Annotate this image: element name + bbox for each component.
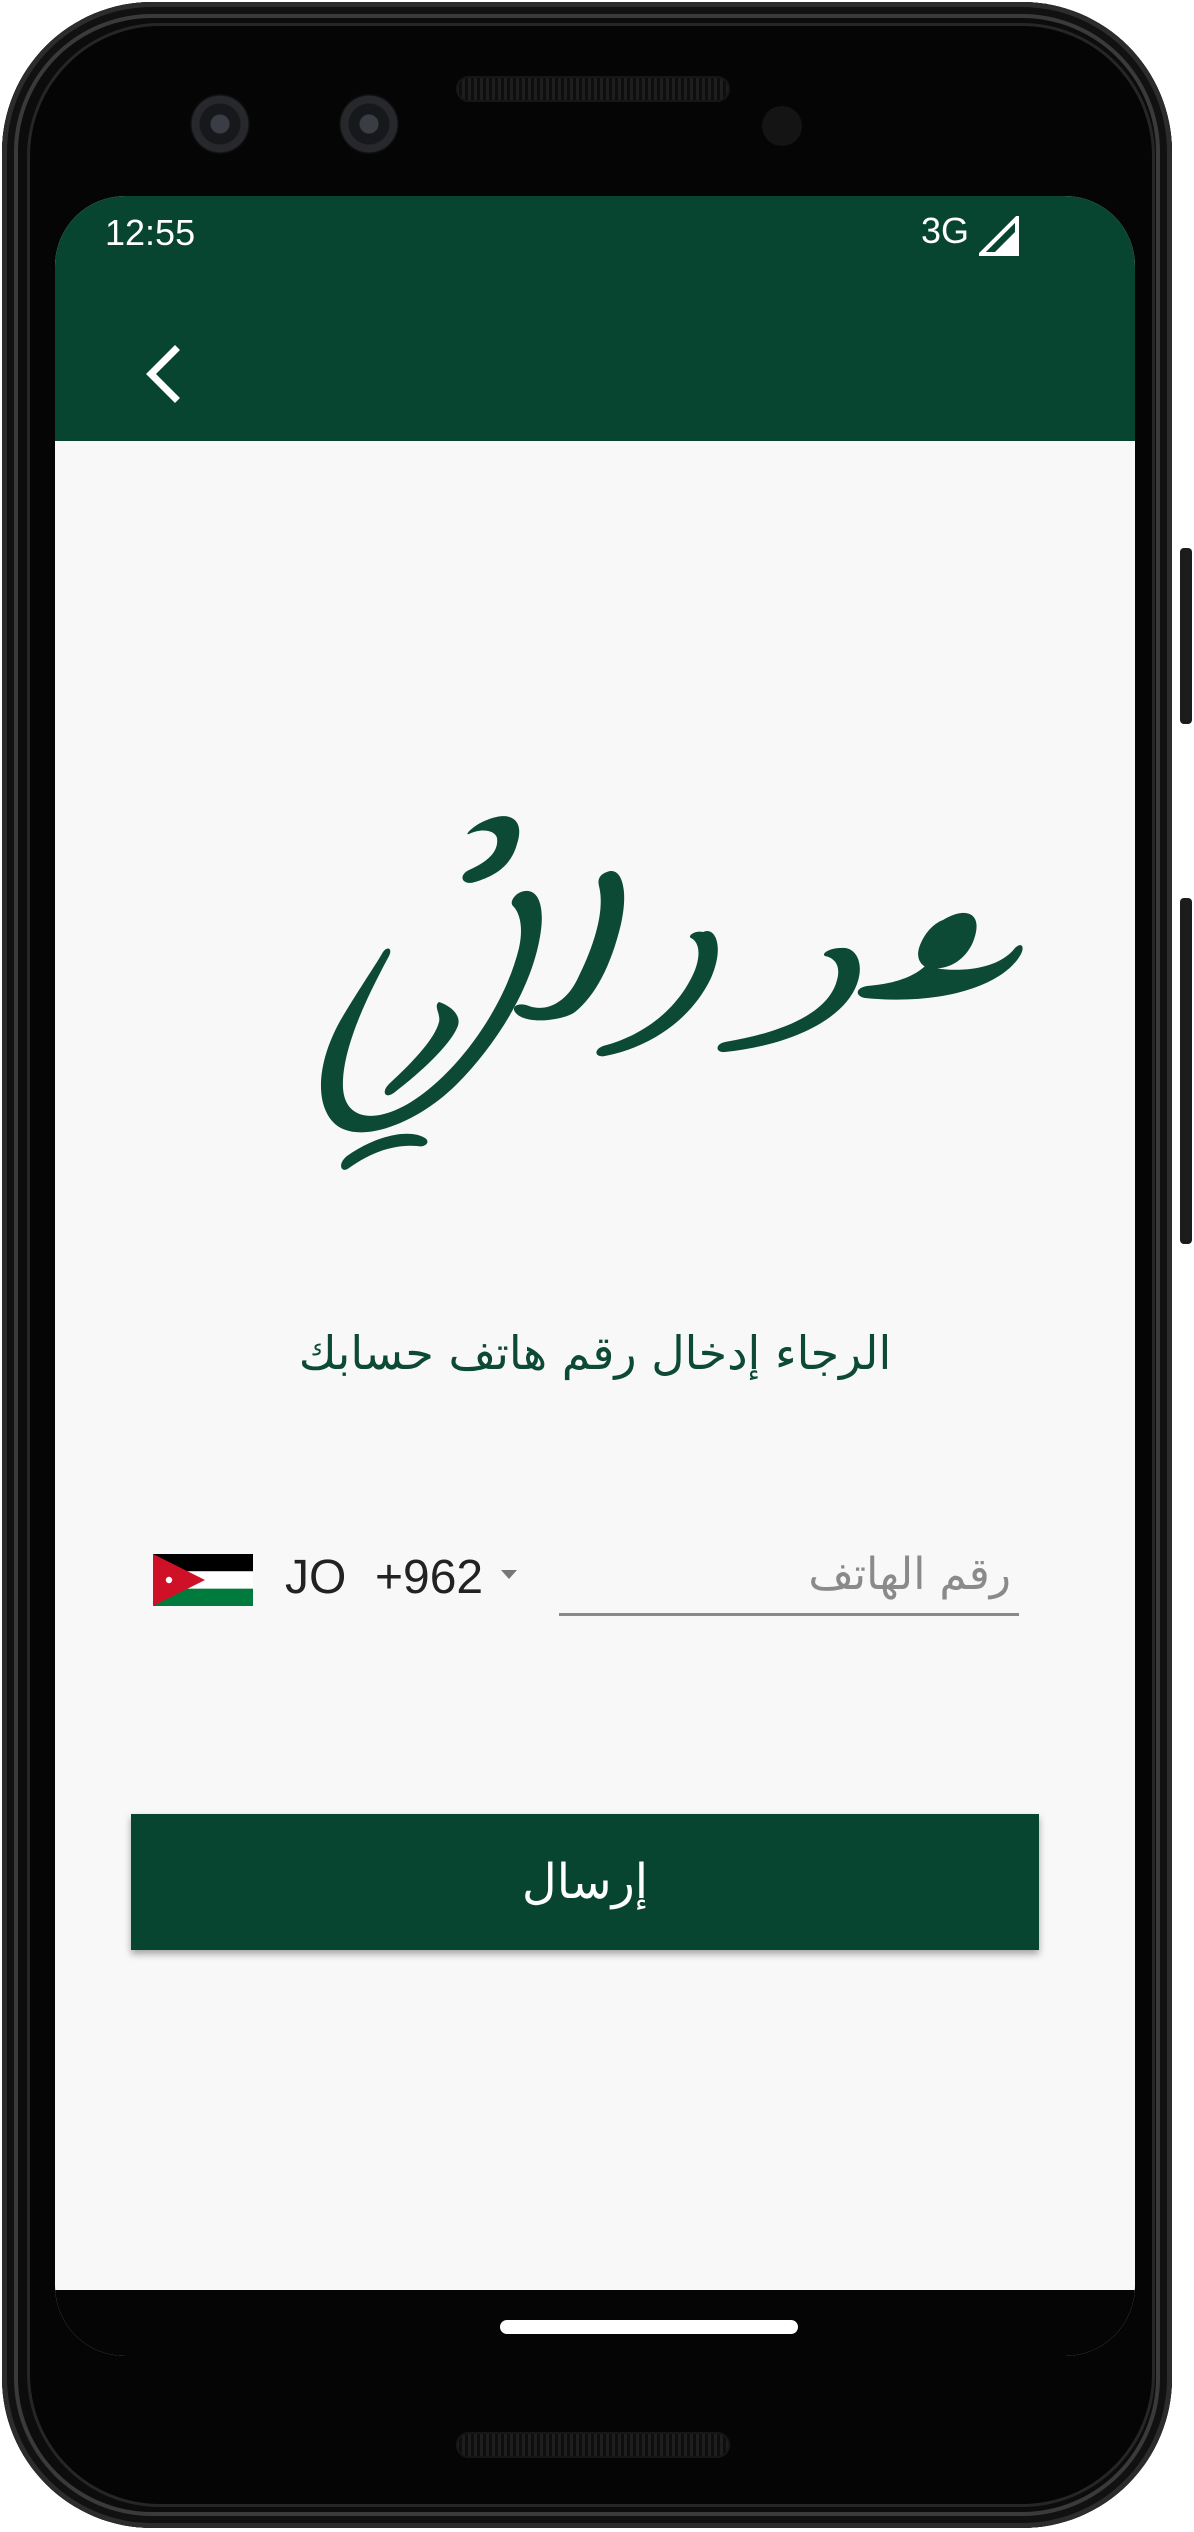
send-button[interactable]: إرسال (131, 1814, 1039, 1950)
madrasati-logo (320, 816, 1023, 1170)
home-gesture-bar[interactable] (500, 2320, 798, 2334)
proximity-sensor (762, 106, 802, 146)
country-code[interactable]: JO (285, 1550, 346, 1605)
back-button[interactable] (117, 328, 209, 420)
phone-number-input[interactable] (559, 1536, 1019, 1616)
screen: 12:55 3G الرجاء إدخال رقم هاتف حسابك JO … (55, 196, 1135, 2356)
chevron-left-icon (146, 345, 180, 403)
dial-code[interactable]: +962 (375, 1550, 483, 1605)
caret-down-icon[interactable] (501, 1570, 517, 1579)
jordan-flag-icon[interactable] (153, 1554, 253, 1606)
phone-input-row: JO +962 (153, 1536, 1077, 1676)
volume-button (1180, 898, 1192, 1244)
earpiece-speaker (456, 76, 730, 102)
power-button (1180, 548, 1192, 724)
front-camera-icon (190, 94, 250, 154)
device-frame: 12:55 3G الرجاء إدخال رقم هاتف حسابك JO … (0, 0, 1194, 2532)
front-camera-icon (339, 94, 399, 154)
status-time: 12:55 (105, 212, 196, 253)
cell-signal-icon (979, 216, 1019, 256)
bottom-speaker (456, 2432, 730, 2458)
network-type: 3G (921, 210, 970, 251)
app-bar: 12:55 3G (55, 196, 1135, 441)
instruction-text: الرجاء إدخال رقم هاتف حسابك (298, 1326, 892, 1380)
